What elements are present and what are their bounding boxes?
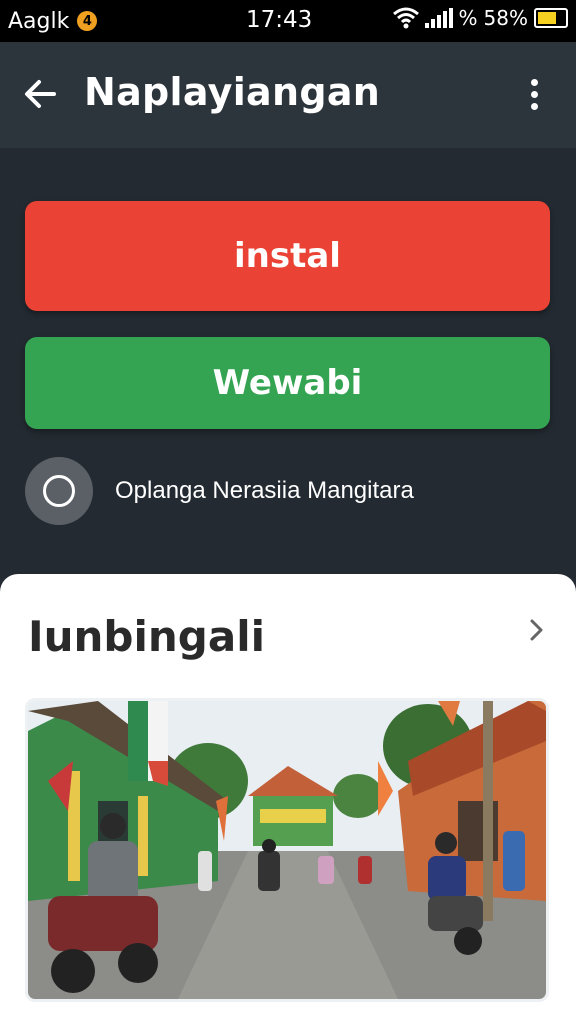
wifi-icon xyxy=(392,7,419,29)
radio-button[interactable] xyxy=(25,457,93,525)
status-bar: Aaglk 4 17:43 % 58% xyxy=(0,0,576,42)
main-content: instal Wewabi Oplanga Nerasiia Mangitara xyxy=(0,148,576,578)
card-header[interactable]: Iunbingali xyxy=(0,574,576,692)
village-street-photo[interactable] xyxy=(25,698,549,1002)
content-card: Iunbingali xyxy=(0,574,576,1024)
signal-icon xyxy=(424,8,453,28)
battery-percent: 58% xyxy=(483,6,528,30)
card-title: Iunbingali xyxy=(28,612,265,661)
install-button[interactable]: instal xyxy=(25,201,550,311)
status-time: 17:43 xyxy=(246,7,313,33)
back-button[interactable] xyxy=(18,72,62,116)
option-row[interactable]: Oplanga Nerasiia Mangitara xyxy=(25,455,550,527)
battery-icon xyxy=(534,8,568,28)
arrow-left-icon xyxy=(25,80,56,108)
status-indicators: % 58% xyxy=(392,6,568,30)
more-options-button[interactable] xyxy=(512,72,556,116)
carrier-name: Aaglk xyxy=(8,8,70,34)
app-bar: Naplayiangan xyxy=(0,42,576,148)
more-vertical-icon xyxy=(530,78,538,86)
indicator-text: % xyxy=(458,6,478,30)
page-title: Naplayiangan xyxy=(84,70,381,114)
wewabi-button[interactable]: Wewabi xyxy=(25,337,550,429)
radio-circle-icon xyxy=(43,475,75,507)
chevron-right-icon xyxy=(530,619,543,641)
status-left: Aaglk 4 xyxy=(8,9,208,34)
option-label: Oplanga Nerasiia Mangitara xyxy=(115,477,414,504)
notification-badge: 4 xyxy=(77,11,98,31)
street-scene-image xyxy=(28,701,546,999)
